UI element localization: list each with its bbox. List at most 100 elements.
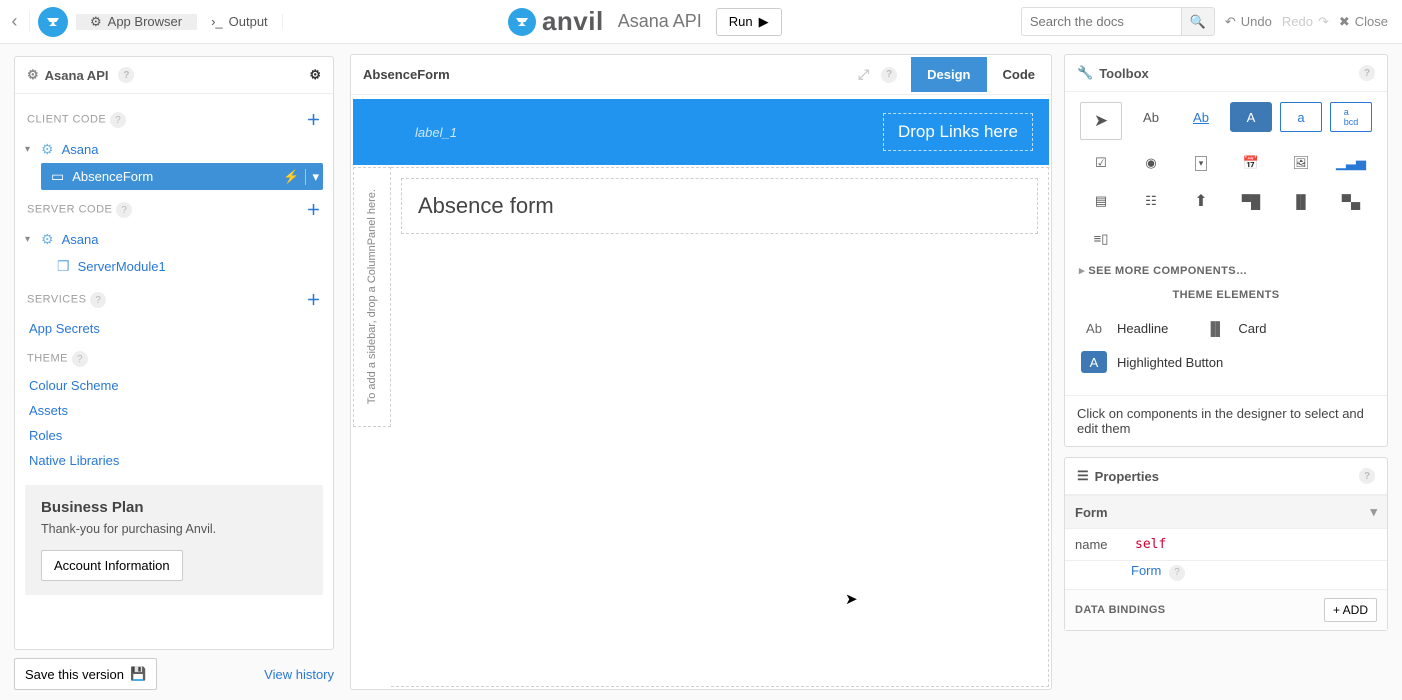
theme-card[interactable]: ▐▌ Card [1200,311,1268,345]
undo-icon: ↶ [1225,14,1236,30]
section-client-code: CLIENT CODE [27,114,106,126]
tree-item-roles[interactable]: Roles [25,423,323,448]
tool-xypanel[interactable]: ≡▯ [1080,224,1122,254]
property-value[interactable]: self [1135,537,1166,552]
chevron-down-icon[interactable]: ▾ [25,144,37,155]
sidebar-dropzone[interactable]: To add a sidebar, drop a ColumnPanel her… [353,167,391,427]
settings-gear-icon[interactable]: ⚙ [309,67,321,83]
account-info-button[interactable]: Account Information [41,550,183,581]
tab-output-label: Output [229,14,268,29]
run-button[interactable]: Run ▶ [716,8,782,36]
tool-image[interactable]: 🖼 [1280,148,1322,178]
tool-label[interactable]: Ab [1130,102,1172,132]
tree-item-label: Assets [29,403,68,418]
theme-highlighted-button[interactable]: A Highlighted Button [1079,345,1373,379]
properties-section-form[interactable]: Form ▾ [1065,495,1387,528]
tree-item-native-libraries[interactable]: Native Libraries [25,448,323,473]
chevron-down-icon[interactable]: ▾ [305,169,319,185]
run-label: Run [729,14,753,29]
sidebar-dropzone-label: To add a sidebar, drop a ColumnPanel her… [366,179,378,414]
tool-dropdown[interactable]: ▾ [1180,148,1222,178]
links-dropzone[interactable]: Drop Links here [883,113,1033,151]
expand-icon[interactable]: ⤢ [858,66,869,83]
module-icon: ⚙ [41,231,54,248]
tool-textbox[interactable]: a [1280,102,1322,132]
form-link[interactable]: Form ? [1131,563,1185,581]
help-icon[interactable]: ? [1359,65,1375,81]
help-icon[interactable]: ? [110,112,126,128]
tree-item-colour-scheme[interactable]: Colour Scheme [25,373,323,398]
help-icon[interactable]: ? [1359,468,1375,484]
anvil-icon [508,8,536,36]
tree-item-assets[interactable]: Assets [25,398,323,423]
help-icon[interactable]: ? [72,351,88,367]
tab-app-browser-label: App Browser [108,14,182,29]
radio-icon: ◉ [1145,155,1156,171]
form-title: AbsenceForm [363,67,450,82]
tool-plot[interactable]: ▁▃▅ [1330,148,1372,178]
add-server-code-button[interactable]: ＋ [307,200,322,220]
search-input[interactable] [1021,7,1181,36]
lightning-icon[interactable]: ⚡ [283,169,299,185]
tool-button[interactable]: A [1230,102,1272,132]
property-name-row: name self [1065,528,1387,560]
save-label: Save this version [25,667,124,682]
close-button[interactable]: ✖ Close [1339,14,1388,30]
chevron-down-icon[interactable]: ▾ [25,234,37,245]
form-content-area[interactable]: Absence form ➤ [391,167,1049,687]
add-service-button[interactable]: ＋ [307,290,322,310]
help-icon[interactable]: ? [118,67,134,83]
tool-datepicker[interactable]: 📅 [1230,148,1272,178]
tree-item-label: Asana [62,232,99,247]
tool-textarea[interactable]: abcd [1330,102,1372,132]
upload-icon: ⬆ [1194,191,1207,211]
card-component[interactable]: Absence form [401,178,1038,234]
checkbox-icon: ☑ [1095,155,1107,171]
tree-item-servermodule1[interactable]: ❒ ServerModule1 [25,253,323,280]
help-icon[interactable]: ? [90,292,106,308]
tool-datagrid[interactable]: ▤ [1080,186,1122,216]
search-button[interactable]: 🔍 [1181,7,1215,36]
tool-linearpanel[interactable]: ▐▌ [1280,186,1322,216]
tool-pointer[interactable]: ➤ [1080,102,1122,140]
anvil-logo[interactable] [30,7,76,37]
back-button[interactable]: ‹ [0,11,30,32]
tool-repeating[interactable]: ☷ [1130,186,1172,216]
add-client-code-button[interactable]: ＋ [307,110,322,130]
add-binding-button[interactable]: + ADD [1324,598,1377,622]
tree-item-server-asana[interactable]: ⚙ Asana [37,226,102,253]
help-icon[interactable]: ? [116,202,132,218]
dropdown-icon: ▾ [1195,156,1208,171]
tool-flowpanel[interactable]: ▀▄ [1330,186,1372,216]
form-banner[interactable]: label_1 Drop Links here [353,99,1049,165]
app-browser-panel: ⚙ Asana API ? ⚙ CLIENT CODE? ＋ ▾ ⚙ Asana [14,56,334,650]
tab-output[interactable]: ›_ Output [197,14,283,29]
theme-headline[interactable]: Ab Headline [1079,311,1170,345]
plan-box: Business Plan Thank-you for purchasing A… [25,485,323,595]
help-icon[interactable]: ? [881,67,897,83]
tree-item-asana[interactable]: ⚙ Asana [37,136,102,163]
see-more-components[interactable]: SEE MORE COMPONENTS… [1073,254,1379,283]
tool-fileloader[interactable]: ⬆ [1180,186,1222,216]
tool-radio[interactable]: ◉ [1130,148,1172,178]
close-icon: ✖ [1339,14,1350,30]
redo-button[interactable]: Redo ↷ [1282,14,1329,30]
tree-item-app-secrets[interactable]: App Secrets [25,316,323,341]
module-icon: ⚙ [41,141,54,158]
tree-item-label: Roles [29,428,62,443]
help-icon[interactable]: ? [1169,565,1185,581]
tool-link[interactable]: Ab [1180,102,1222,132]
properties-section-label: Form [1075,505,1108,520]
tab-app-browser[interactable]: ⚙ App Browser [76,14,197,30]
cursor-icon: ➤ [845,590,858,608]
save-version-button[interactable]: Save this version 💾 [14,658,157,690]
view-history-link[interactable]: View history [264,667,334,682]
properties-panel: ☰ Properties ? Form ▾ name self Form ? [1064,457,1388,631]
close-label: Close [1355,14,1388,29]
tree-item-absenceform[interactable]: ▭ AbsenceForm ⚡ ▾ [41,163,323,190]
tool-columnpanel[interactable]: ▀█ [1230,186,1272,216]
tab-design[interactable]: Design [911,57,986,92]
tool-checkbox[interactable]: ☑ [1080,148,1122,178]
tab-code[interactable]: Code [987,57,1052,92]
undo-button[interactable]: ↶ Undo [1225,14,1272,30]
